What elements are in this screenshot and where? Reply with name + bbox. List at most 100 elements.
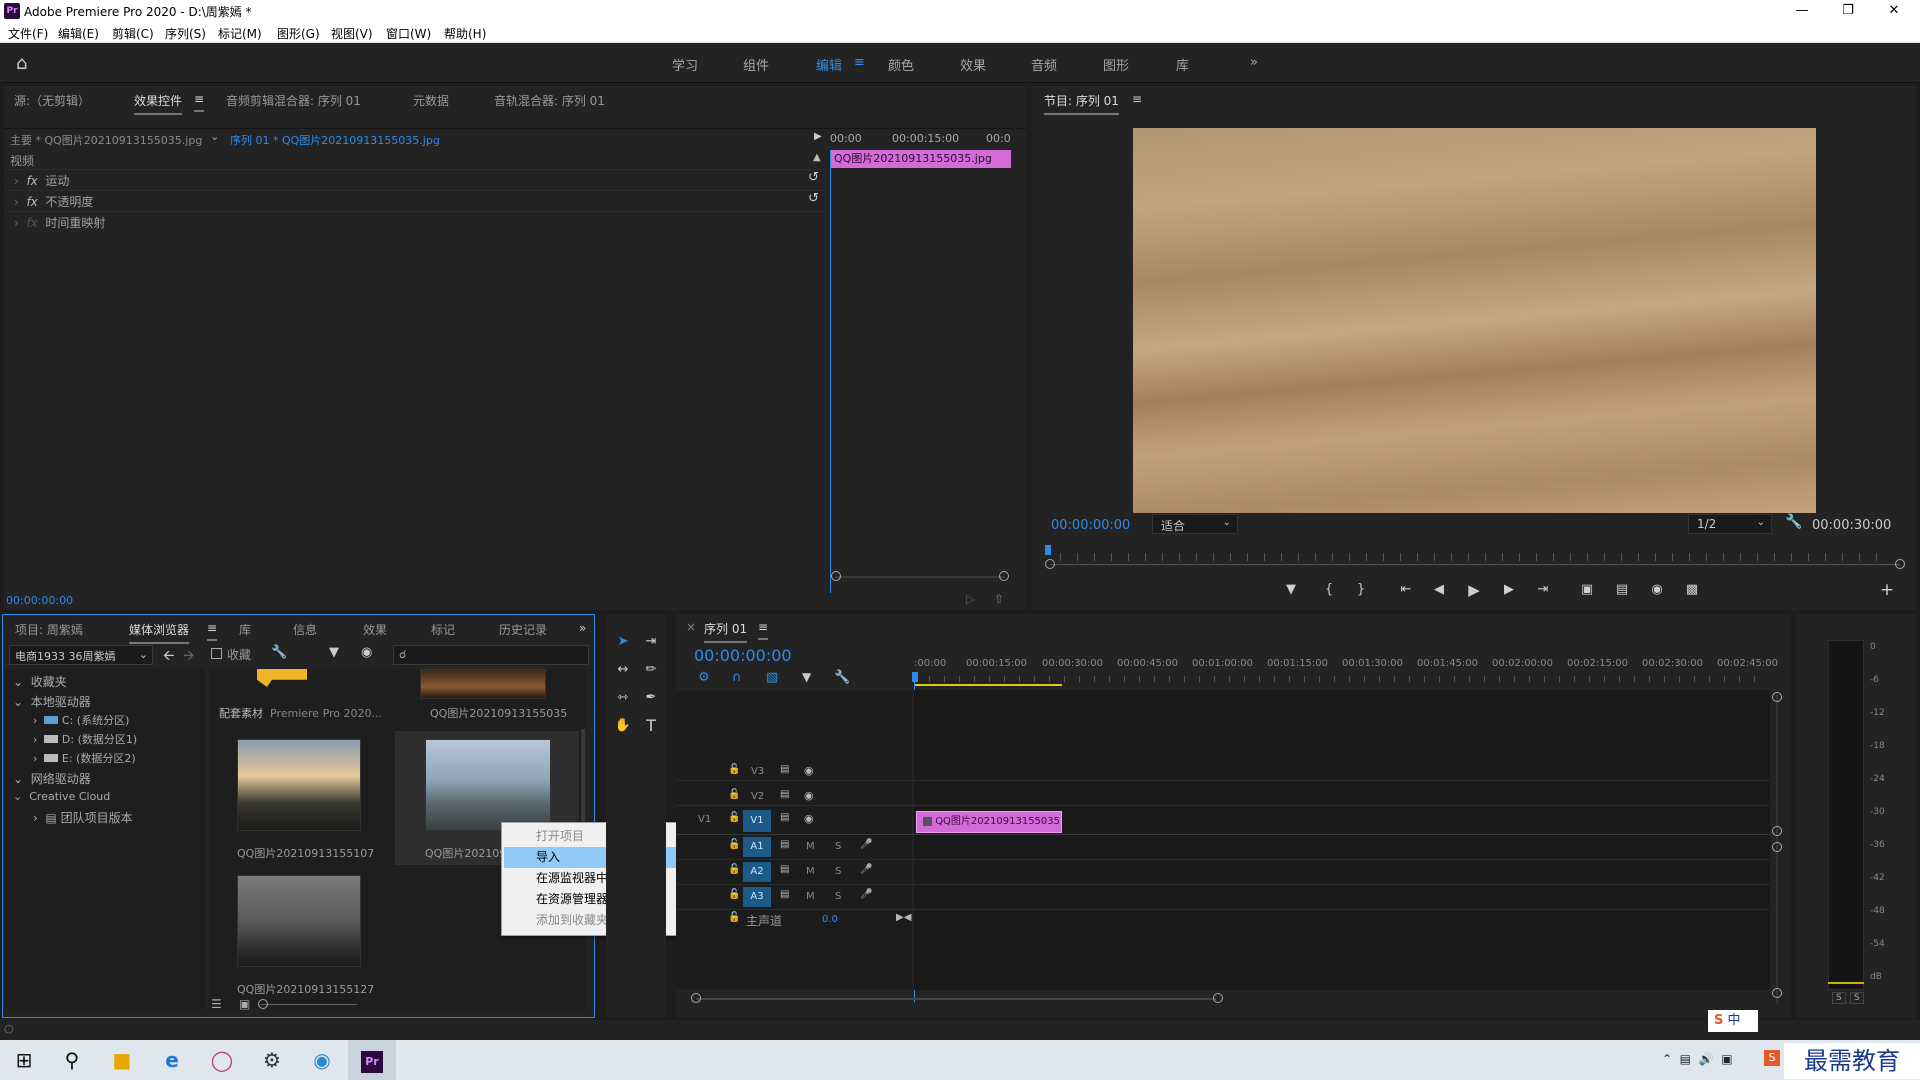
program-timecode[interactable]: 00:00:00:00: [1051, 518, 1130, 533]
type-tool-icon[interactable]: T: [638, 714, 664, 738]
master-clip-icon[interactable]: ▶◀: [896, 912, 911, 923]
tree-drive-e[interactable]: › E: (数据分区2): [33, 750, 136, 766]
mute-button[interactable]: M: [806, 891, 815, 902]
snap-icon[interactable]: ∩: [732, 670, 742, 685]
menu-file[interactable]: 文件(F): [8, 25, 48, 42]
lock-icon[interactable]: 🔓: [728, 839, 740, 850]
menu-sequence[interactable]: 序列(S): [165, 25, 206, 42]
workspace-assembly[interactable]: 组件: [743, 55, 769, 74]
lock-icon[interactable]: 🔓: [728, 864, 740, 875]
menu-clip[interactable]: 剪辑(C): [112, 25, 154, 42]
edge-browser-icon[interactable]: e: [148, 1040, 196, 1080]
ripple-edit-tool-icon[interactable]: ↔: [610, 658, 636, 682]
scrubber-start-handle[interactable]: [1045, 559, 1055, 569]
tree-drive-d[interactable]: › D: (数据分区1): [33, 731, 137, 747]
premiere-taskbar-icon[interactable]: Pr: [348, 1040, 396, 1080]
export-frame-icon[interactable]: ◉: [1644, 578, 1670, 602]
tab-effects[interactable]: 效果: [363, 621, 387, 638]
maximize-button[interactable]: ❐: [1825, 0, 1871, 22]
tab-project[interactable]: 项目: 周紫嫣: [15, 621, 83, 638]
scroll-up-icon[interactable]: ▲: [813, 152, 821, 163]
panel-menu-icon[interactable]: ≡: [758, 620, 769, 640]
media-item[interactable]: QQ图片20210913155035: [395, 669, 579, 725]
menu-item-reveal-in-explorer[interactable]: 在资源管理器中显示: [504, 889, 695, 910]
vscroll-handle[interactable]: [1772, 692, 1782, 702]
nest-icon[interactable]: ⚙: [698, 670, 710, 685]
extract-icon[interactable]: ▤: [1609, 578, 1635, 602]
panel-menu-icon[interactable]: ≡: [207, 621, 218, 641]
tree-creative-cloud[interactable]: ⌄ Creative Cloud: [13, 790, 110, 803]
solo-button[interactable]: S: [835, 891, 841, 902]
tree-local-drives[interactable]: ⌄ 本地驱动器: [13, 693, 91, 710]
microphone-icon[interactable]: 🎤: [860, 839, 872, 850]
work-area-bar[interactable]: [914, 684, 1062, 686]
lock-icon[interactable]: 🔓: [728, 812, 740, 823]
comparison-view-icon[interactable]: ▩: [1679, 578, 1705, 602]
add-marker-icon[interactable]: ▼: [802, 670, 811, 684]
timeline-clip[interactable]: QQ图片20210913155035.j: [916, 811, 1062, 833]
sync-lock-icon[interactable]: ▤: [780, 764, 789, 775]
workspace-graphics[interactable]: 图形: [1103, 55, 1129, 74]
ime-icon[interactable]: S: [1764, 1050, 1780, 1066]
workspace-menu-icon[interactable]: ≡: [854, 55, 865, 70]
menu-item-add-to-favorites[interactable]: 添加到收藏夹: [504, 910, 695, 931]
sync-lock-icon[interactable]: ▤: [780, 889, 789, 900]
workspace-color[interactable]: 颜色: [888, 55, 914, 74]
eye-icon[interactable]: ◉: [804, 812, 814, 825]
icon-view-icon[interactable]: ▣: [239, 997, 250, 1011]
track-a2-target[interactable]: A2: [743, 862, 771, 882]
app-icon[interactable]: ◯: [198, 1040, 246, 1080]
tree-network-drives[interactable]: ⌄ 网络驱动器: [13, 770, 91, 787]
tab-libraries[interactable]: 库: [239, 621, 251, 638]
program-playhead[interactable]: [1045, 545, 1051, 555]
master-volume-value[interactable]: 0.0: [822, 914, 838, 925]
source-v1-label[interactable]: V1: [698, 814, 711, 825]
scroll-handle-right[interactable]: [999, 571, 1009, 581]
forward-arrow-icon[interactable]: 🡪: [183, 645, 194, 669]
filter-icon[interactable]: ▼: [329, 645, 339, 660]
solo-right-button[interactable]: S: [1850, 992, 1864, 1004]
eye-icon[interactable]: ◉: [804, 764, 814, 777]
media-item[interactable]: QQ图片20210913155107: [209, 731, 389, 865]
scroll-handle-left[interactable]: [831, 571, 841, 581]
track-select-tool-icon[interactable]: ⇥: [638, 630, 664, 654]
workspace-libraries[interactable]: 库: [1176, 55, 1189, 74]
play-only-icon[interactable]: ▶: [814, 131, 822, 142]
vscroll-handle[interactable]: [1772, 842, 1782, 852]
master-clip-label[interactable]: 主要 * QQ图片20210913155035.jpg: [10, 132, 202, 148]
thumbnail-size-slider[interactable]: [261, 1004, 357, 1005]
vscroll-handle[interactable]: [1772, 826, 1782, 836]
wrench-icon[interactable]: 🔧: [271, 645, 287, 660]
timeline-playhead-handle[interactable]: [912, 672, 918, 682]
resolution-dropdown[interactable]: 1/2 ⌄: [1688, 514, 1772, 534]
effect-controls-timecode[interactable]: 00:00:00:00: [6, 594, 73, 607]
timeline-sequence-tab[interactable]: 序列 01: [704, 620, 748, 643]
tab-metadata[interactable]: 元数据: [413, 92, 449, 109]
workspace-editing[interactable]: 编辑: [816, 55, 842, 74]
selection-tool-icon[interactable]: ➤: [610, 630, 636, 654]
tab-history[interactable]: 历史记录: [499, 621, 547, 638]
sync-lock-icon[interactable]: ▤: [780, 812, 789, 823]
add-marker-icon[interactable]: ▼: [1278, 578, 1304, 602]
tree-drive-c[interactable]: › C: (系统分区): [33, 712, 129, 728]
system-tray[interactable]: ⌃ ▤ 🔊 ▣: [1662, 1052, 1733, 1066]
hscroll-handle-left[interactable]: [691, 993, 701, 1003]
program-monitor-title[interactable]: 节目: 序列 01: [1044, 92, 1119, 115]
mark-out-icon[interactable]: }: [1348, 578, 1374, 602]
vscroll-handle[interactable]: [1772, 988, 1782, 998]
mini-clip-bar[interactable]: QQ图片20210913155035.jpg: [830, 150, 1011, 168]
reset-icon[interactable]: ↺: [808, 170, 819, 185]
tab-info[interactable]: 信息: [293, 621, 317, 638]
sync-lock-icon[interactable]: ▤: [780, 839, 789, 850]
mute-button[interactable]: M: [806, 866, 815, 877]
menu-graphics[interactable]: 图形(G): [277, 25, 320, 42]
sync-lock-icon[interactable]: ▤: [780, 864, 789, 875]
go-to-in-icon[interactable]: ⇤: [1393, 578, 1419, 602]
panel-menu-icon[interactable]: ≡: [194, 92, 205, 112]
microphone-icon[interactable]: 🎤: [860, 889, 872, 900]
search-input[interactable]: ☌: [393, 645, 589, 665]
sequence-clip-label[interactable]: 序列 01 * QQ图片20210913155035.jpg: [230, 132, 440, 148]
workspace-learn[interactable]: 学习: [672, 55, 698, 74]
browser-icon[interactable]: ◉: [298, 1040, 346, 1080]
tab-audio-clip-mixer[interactable]: 音频剪辑混合器: 序列 01: [226, 92, 361, 109]
